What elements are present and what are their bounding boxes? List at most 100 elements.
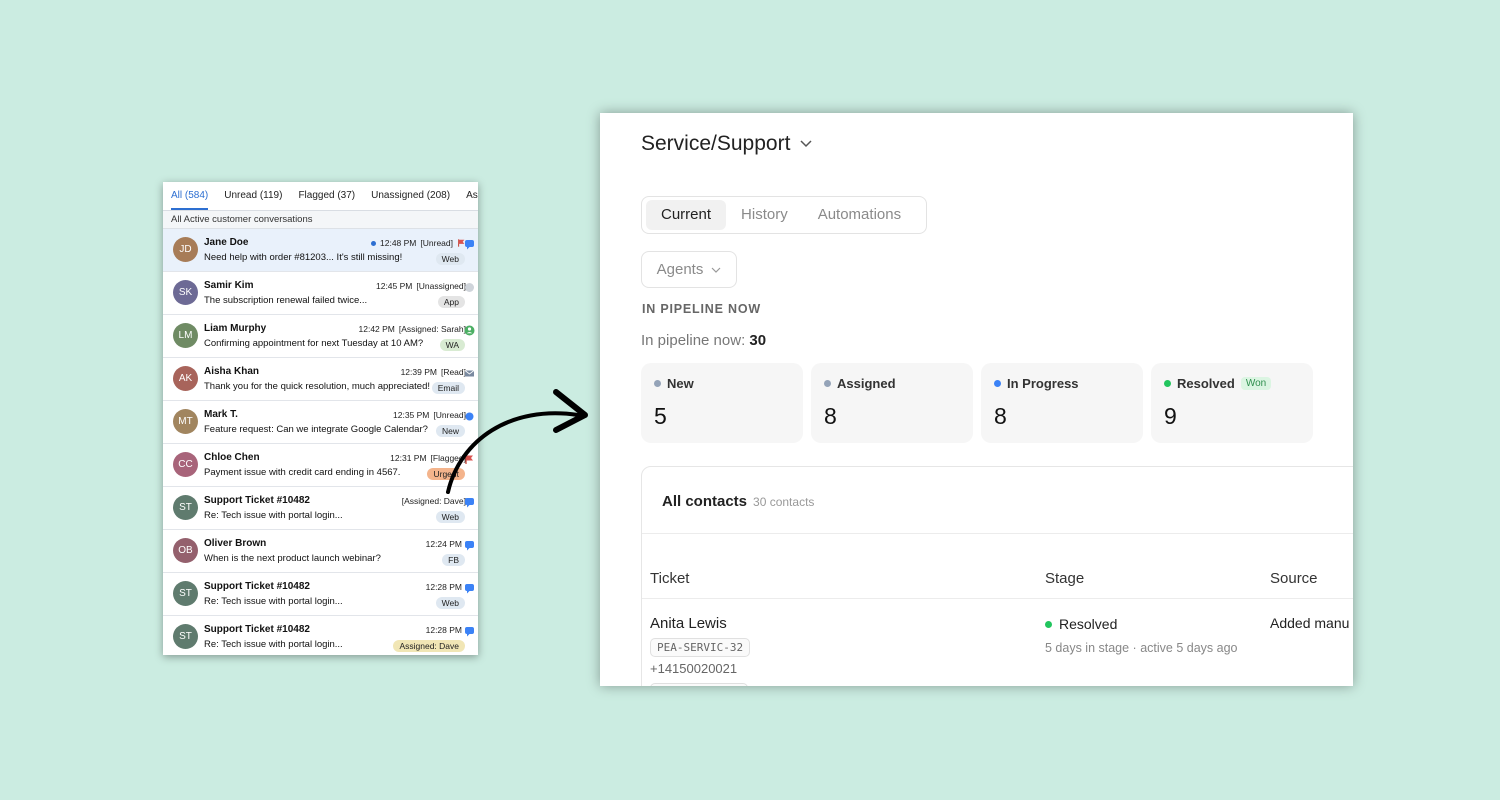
contacts-title: All contacts — [662, 493, 748, 510]
conversation-time: 12:42 PM — [358, 324, 395, 334]
column-header-ticket[interactable]: Ticket — [650, 570, 689, 587]
conversation-name: Support Ticket #10482 — [204, 581, 310, 592]
source-cell: Added manu — [1270, 615, 1350, 631]
conversation-name: Support Ticket #10482 — [204, 624, 310, 635]
chat-bubble-icon — [464, 538, 475, 551]
conversation-time: 12:35 PM — [393, 410, 430, 420]
column-header-source[interactable]: Source — [1270, 570, 1318, 587]
status-dot — [654, 380, 661, 387]
stage-count: 8 — [824, 403, 837, 429]
unread-dot — [371, 240, 376, 246]
conversation-preview: Re: Tech issue with portal login... — [204, 639, 343, 650]
page-title[interactable]: Service/Support — [641, 132, 812, 156]
conversation-row[interactable]: JD Jane Doe Need help with order #81203...… — [163, 229, 478, 272]
conversation-meta: 12:42 PM [Assigned: Sarah] — [359, 324, 467, 334]
conversation-row[interactable]: CC Chloe Chen Payment issue with credit ca… — [163, 444, 478, 487]
conversation-time: 12:31 PM — [390, 453, 427, 463]
contact-name[interactable]: Anita Lewis — [650, 615, 727, 632]
avatar: SK — [173, 280, 198, 305]
conversation-time: 12:39 PM — [400, 367, 437, 377]
conversation-preview: Re: Tech issue with portal login... — [204, 596, 343, 607]
conversation-row[interactable]: ST Support Ticket #10482 Re: Tech issue wi… — [163, 616, 478, 655]
conversation-row[interactable]: OB Oliver Brown When is the next product l… — [163, 530, 478, 573]
tab-automations[interactable]: Automations — [803, 200, 916, 230]
stage-card-in-progress[interactable]: In Progress 8 — [981, 363, 1143, 443]
contact-phone: +14150020021 — [650, 661, 738, 676]
conversation-status: [Read] — [440, 367, 466, 377]
conversation-preview: Payment issue with credit card ending in… — [204, 467, 401, 478]
channel-badge: Web — [435, 253, 465, 265]
contacts-header: All contacts 30 contacts — [662, 493, 814, 510]
conversation-status: [Assigned: Sarah] — [398, 324, 466, 334]
chat-bubble-icon — [464, 581, 475, 594]
conversation-status: [Unassigned] — [416, 281, 466, 291]
chat-bubble-icon — [464, 237, 475, 250]
channel-badge: Web — [435, 597, 465, 609]
conversation-inbox: All (584) Unread (119) Flagged (37) Unas… — [163, 182, 478, 655]
inbox-subheader: All Active customer conversations — [163, 211, 478, 229]
avatar: AK — [173, 366, 198, 391]
conversation-row[interactable]: ST Support Ticket #10482 Re: Tech issue wi… — [163, 573, 478, 616]
conversation-preview: The subscription renewal failed twice... — [204, 295, 368, 306]
conversation-preview: Thank you for the quick resolution, much… — [204, 381, 431, 392]
pipeline-panel: Service/Support Current History Automati… — [600, 113, 1353, 686]
conversation-name: Samir Kim — [204, 280, 254, 291]
stage-label: In Progress — [1007, 376, 1079, 391]
gray-dot-icon — [464, 280, 475, 292]
chat-bubble-icon — [464, 624, 475, 637]
conversation-name: Support Ticket #10482 — [204, 495, 310, 506]
avatar: OB — [173, 538, 198, 563]
tab-flagged[interactable]: Flagged (37) — [298, 182, 355, 210]
ticket-code-secondary — [650, 683, 748, 686]
conversation-time: 12:45 PM — [375, 281, 413, 291]
channel-badge: Web — [435, 511, 465, 523]
agents-filter-dropdown[interactable]: Agents — [641, 251, 737, 288]
divider — [642, 533, 1353, 534]
contacts-count: 30 contacts — [753, 495, 815, 509]
stage-label: Assigned — [837, 376, 896, 391]
stage-count: 9 — [1164, 403, 1177, 429]
channel-badge: FB — [442, 554, 465, 566]
column-header-stage[interactable]: Stage — [1045, 570, 1084, 587]
tab-unread[interactable]: Unread (119) — [224, 182, 282, 210]
chevron-down-icon — [800, 140, 812, 148]
conversation-row[interactable]: MT Mark T. Feature request: Can we integra… — [163, 401, 478, 444]
tab-history[interactable]: History — [726, 200, 803, 230]
conversation-preview: Feature request: Can we integrate Google… — [204, 424, 428, 435]
tab-assigned[interactable]: Assigned — [466, 182, 478, 210]
stage-cell: Resolved — [1045, 616, 1117, 632]
view-segmented-control: Current History Automations — [641, 196, 927, 234]
avatar: ST — [173, 495, 198, 520]
won-badge: Won — [1240, 377, 1272, 390]
ticket-code: PEA-SERVIC-32 — [650, 638, 751, 657]
stage-card-new[interactable]: New 5 — [641, 363, 803, 443]
avatar: CC — [173, 452, 198, 477]
tab-current[interactable]: Current — [646, 200, 727, 230]
conversation-row[interactable]: LM Liam Murphy Confirming appointment for … — [163, 315, 478, 358]
stage-card-assigned[interactable]: Assigned 8 — [811, 363, 973, 443]
avatar: LM — [173, 323, 198, 348]
stage-meta: 5 days in stage · active 5 days ago — [1045, 641, 1238, 655]
status-dot — [994, 380, 1001, 387]
channel-badge: WA — [439, 339, 465, 351]
stage-card-resolved[interactable]: Resolved Won 9 — [1151, 363, 1313, 443]
conversation-meta: 12:28 PM — [426, 625, 466, 635]
stage-count: 5 — [654, 403, 667, 429]
conversation-row[interactable]: AK Aisha Khan Thank you for the quick reso… — [163, 358, 478, 401]
stage-value: Resolved — [1059, 616, 1118, 632]
conversation-row[interactable]: ST Support Ticket #10482 Re: Tech issue wi… — [163, 487, 478, 530]
avatar: ST — [173, 581, 198, 606]
conversation-preview: Re: Tech issue with portal login... — [204, 510, 343, 521]
pipeline-section-label: IN PIPELINE NOW — [642, 302, 761, 316]
channel-badge: Assigned: Dave — [393, 640, 465, 652]
conversation-row[interactable]: SK Samir Kim The subscription renewal fail… — [163, 272, 478, 315]
conversation-name: Oliver Brown — [204, 538, 267, 549]
avatar: JD — [173, 237, 198, 262]
conversation-name: Jane Doe — [204, 237, 249, 248]
conversation-name: Mark T. — [204, 409, 238, 420]
pipeline-count-value: 30 — [749, 332, 767, 349]
tab-all[interactable]: All (584) — [171, 182, 209, 210]
tab-unassigned[interactable]: Unassigned (208) — [371, 182, 450, 210]
conversation-name: Chloe Chen — [204, 452, 260, 463]
conversation-time: 12:28 PM — [425, 582, 462, 592]
